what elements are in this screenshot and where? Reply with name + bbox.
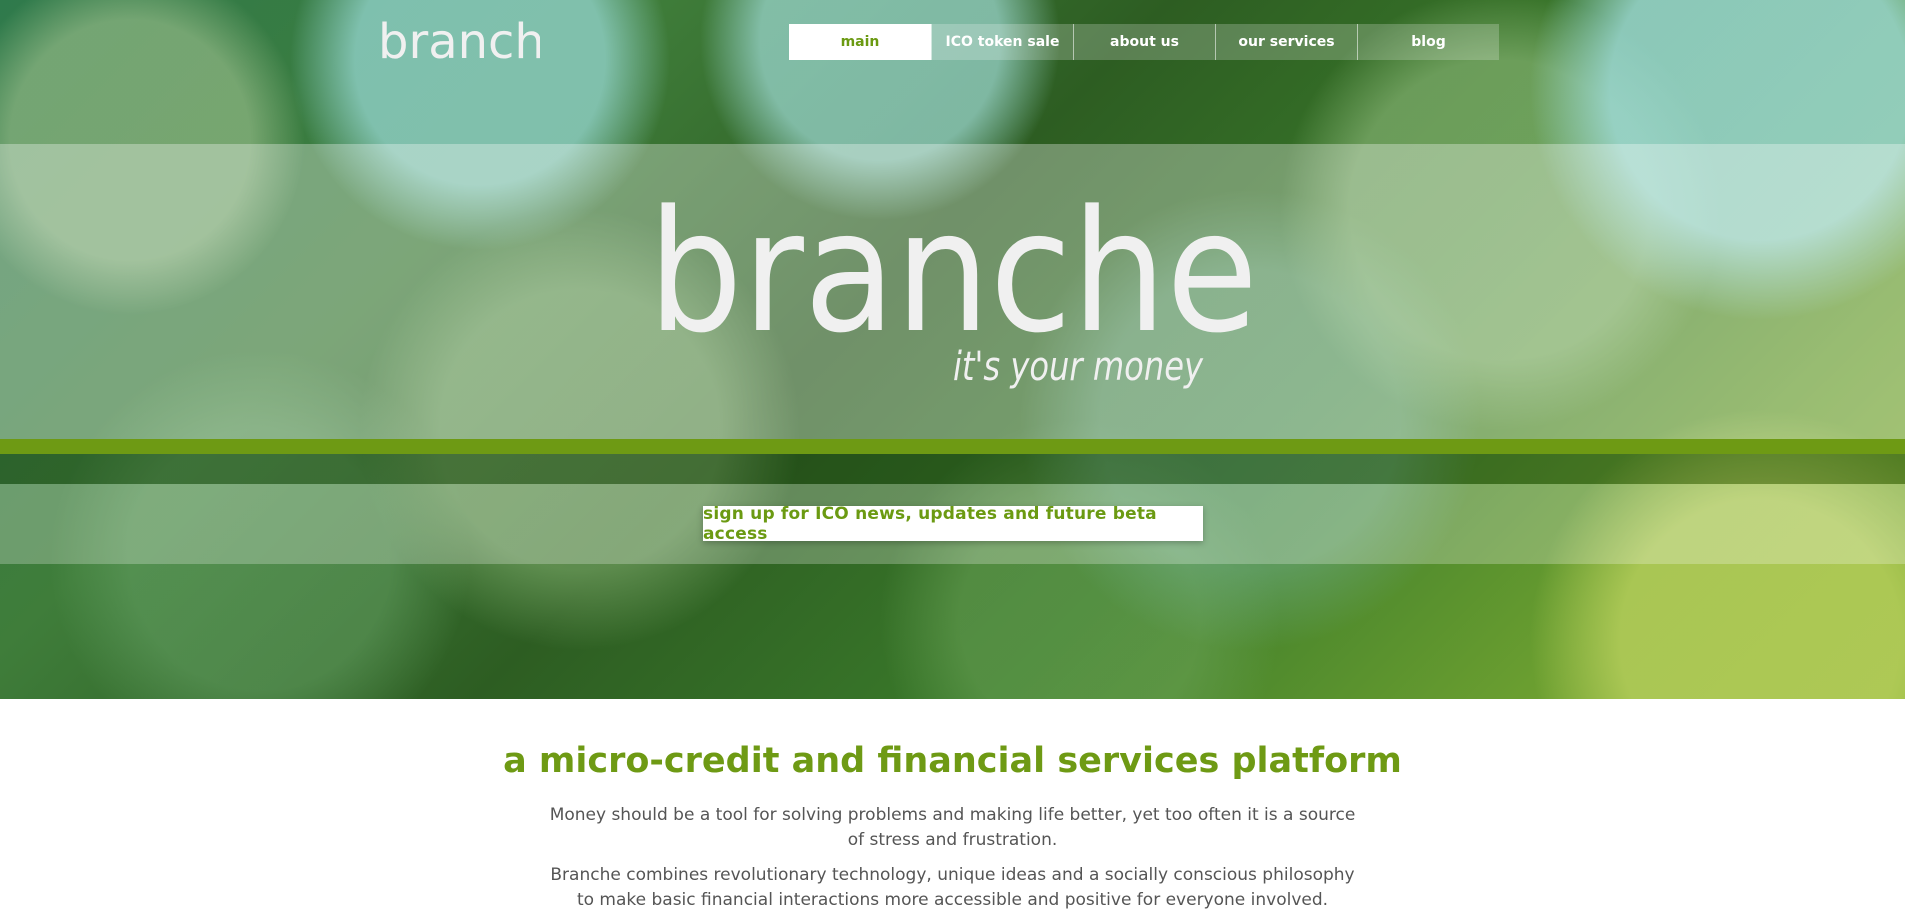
- nav-item-about-us[interactable]: about us: [1073, 24, 1215, 60]
- brand-logo-large: branche it's your money: [648, 190, 1258, 390]
- nav-item-ico-token-sale[interactable]: ICO token sale: [931, 24, 1073, 60]
- svg-text:branche: branche: [378, 14, 540, 66]
- hero-banner: branche main ICO token sale about us our…: [0, 0, 1905, 699]
- nav-item-our-services[interactable]: our services: [1215, 24, 1357, 60]
- nav-item-blog[interactable]: blog: [1357, 24, 1499, 60]
- nav-item-main[interactable]: main: [789, 24, 931, 60]
- intro-heading: a micro-credit and financial services pl…: [503, 741, 1402, 781]
- intro-paragraph-2: Branche combines revolutionary technolog…: [550, 865, 1355, 910]
- brand-logo-small[interactable]: branche: [378, 14, 540, 66]
- accent-stripe: [0, 439, 1905, 454]
- brand-tagline: it's your money: [953, 344, 1204, 390]
- brand-wordmark: branche: [648, 190, 1258, 370]
- divider-stripe: [0, 454, 1905, 484]
- signup-button[interactable]: sign up for ICO news, updates and future…: [703, 504, 1203, 544]
- main-nav: main ICO token sale about us our service…: [789, 24, 1499, 60]
- intro-paragraph-1: Money should be a tool for solving probl…: [549, 805, 1356, 850]
- intro-section: a micro-credit and financial services pl…: [0, 699, 1905, 916]
